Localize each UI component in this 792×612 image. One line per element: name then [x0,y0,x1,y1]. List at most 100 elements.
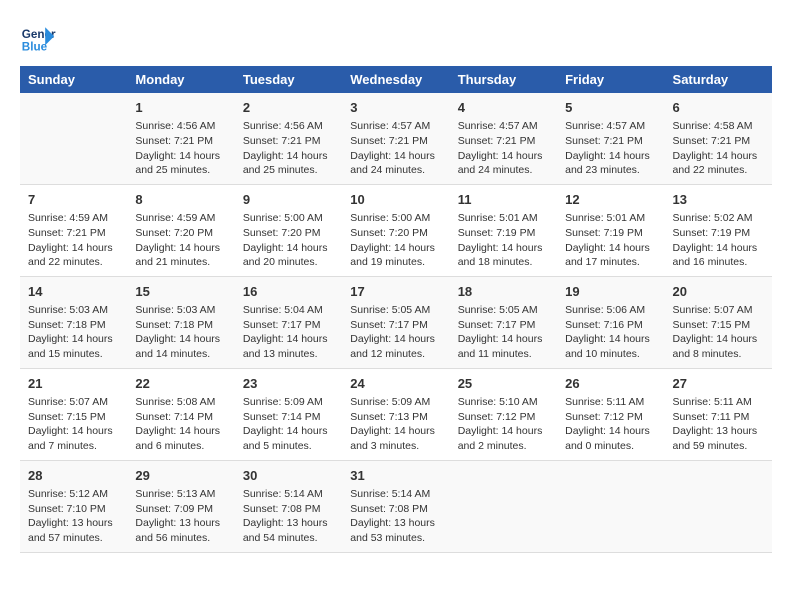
cell-content: Sunrise: 5:13 AM Sunset: 7:09 PM Dayligh… [135,487,226,546]
cell-content: Sunrise: 5:00 AM Sunset: 7:20 PM Dayligh… [243,211,334,270]
day-number: 8 [135,191,226,209]
cell-content: Sunrise: 4:57 AM Sunset: 7:21 PM Dayligh… [350,119,441,178]
cell-content: Sunrise: 5:12 AM Sunset: 7:10 PM Dayligh… [28,487,119,546]
calendar-cell: 28 Sunrise: 5:12 AM Sunset: 7:10 PM Dayli… [20,460,127,552]
calendar-cell: 8 Sunrise: 4:59 AM Sunset: 7:20 PM Daylig… [127,184,234,276]
day-number: 14 [28,283,119,301]
day-number: 6 [673,99,764,117]
cell-content: Sunrise: 5:05 AM Sunset: 7:17 PM Dayligh… [458,303,549,362]
calendar-cell: 1 Sunrise: 4:56 AM Sunset: 7:21 PM Daylig… [127,93,234,184]
cell-content: Sunrise: 4:57 AM Sunset: 7:21 PM Dayligh… [565,119,656,178]
day-number: 23 [243,375,334,393]
logo: General Blue [20,20,60,56]
calendar-cell: 29 Sunrise: 5:13 AM Sunset: 7:09 PM Dayli… [127,460,234,552]
cell-content: Sunrise: 5:14 AM Sunset: 7:08 PM Dayligh… [243,487,334,546]
header-day-sunday: Sunday [20,66,127,93]
calendar-cell: 26 Sunrise: 5:11 AM Sunset: 7:12 PM Dayli… [557,368,664,460]
day-number: 21 [28,375,119,393]
day-number: 20 [673,283,764,301]
day-number: 10 [350,191,441,209]
calendar-cell: 30Sunrise: 5:14 AM Sunset: 7:08 PM Dayli… [235,460,342,552]
day-number: 2 [243,99,334,117]
cell-content: Sunrise: 5:11 AM Sunset: 7:11 PM Dayligh… [673,395,764,454]
calendar-cell: 22 Sunrise: 5:08 AM Sunset: 7:14 PM Dayli… [127,368,234,460]
week-row-1: 7 Sunrise: 4:59 AM Sunset: 7:21 PM Daylig… [20,184,772,276]
cell-content: Sunrise: 5:05 AM Sunset: 7:17 PM Dayligh… [350,303,441,362]
calendar-cell [665,460,772,552]
page-header: General Blue [20,20,772,56]
calendar-table: SundayMondayTuesdayWednesdayThursdayFrid… [20,66,772,553]
header-day-friday: Friday [557,66,664,93]
calendar-cell [20,93,127,184]
calendar-cell: 21 Sunrise: 5:07 AM Sunset: 7:15 PM Dayli… [20,368,127,460]
calendar-cell: 2 Sunrise: 4:56 AM Sunset: 7:21 PM Daylig… [235,93,342,184]
day-number: 7 [28,191,119,209]
calendar-cell: 18 Sunrise: 5:05 AM Sunset: 7:17 PM Dayli… [450,276,557,368]
logo-icon: General Blue [20,20,56,56]
cell-content: Sunrise: 4:59 AM Sunset: 7:21 PM Dayligh… [28,211,119,270]
cell-content: Sunrise: 4:56 AM Sunset: 7:21 PM Dayligh… [243,119,334,178]
calendar-cell: 19 Sunrise: 5:06 AM Sunset: 7:16 PM Dayli… [557,276,664,368]
day-number: 1 [135,99,226,117]
header-day-wednesday: Wednesday [342,66,449,93]
cell-content: Sunrise: 4:59 AM Sunset: 7:20 PM Dayligh… [135,211,226,270]
day-number: 19 [565,283,656,301]
cell-content: Sunrise: 4:58 AM Sunset: 7:21 PM Dayligh… [673,119,764,178]
header-day-thursday: Thursday [450,66,557,93]
calendar-cell: 5 Sunrise: 4:57 AM Sunset: 7:21 PM Daylig… [557,93,664,184]
calendar-cell: 20 Sunrise: 5:07 AM Sunset: 7:15 PM Dayli… [665,276,772,368]
day-number: 13 [673,191,764,209]
day-number: 17 [350,283,441,301]
cell-content: Sunrise: 5:07 AM Sunset: 7:15 PM Dayligh… [28,395,119,454]
cell-content: Sunrise: 5:08 AM Sunset: 7:14 PM Dayligh… [135,395,226,454]
header-row: SundayMondayTuesdayWednesdayThursdayFrid… [20,66,772,93]
cell-content: Sunrise: 5:07 AM Sunset: 7:15 PM Dayligh… [673,303,764,362]
calendar-cell: 31Sunrise: 5:14 AM Sunset: 7:08 PM Dayli… [342,460,449,552]
cell-content: Sunrise: 5:14 AM Sunset: 7:08 PM Dayligh… [350,487,441,546]
calendar-cell: 9 Sunrise: 5:00 AM Sunset: 7:20 PM Daylig… [235,184,342,276]
day-number: 16 [243,283,334,301]
day-number: 5 [565,99,656,117]
cell-content: Sunrise: 5:03 AM Sunset: 7:18 PM Dayligh… [28,303,119,362]
cell-content: Sunrise: 5:11 AM Sunset: 7:12 PM Dayligh… [565,395,656,454]
cell-content: Sunrise: 5:06 AM Sunset: 7:16 PM Dayligh… [565,303,656,362]
calendar-cell: 7 Sunrise: 4:59 AM Sunset: 7:21 PM Daylig… [20,184,127,276]
header-day-tuesday: Tuesday [235,66,342,93]
header-day-saturday: Saturday [665,66,772,93]
svg-text:Blue: Blue [22,41,48,54]
day-number: 12 [565,191,656,209]
day-number: 25 [458,375,549,393]
calendar-cell: 3Sunrise: 4:57 AM Sunset: 7:21 PM Daylig… [342,93,449,184]
day-number: 22 [135,375,226,393]
cell-content: Sunrise: 5:09 AM Sunset: 7:14 PM Dayligh… [243,395,334,454]
day-number: 29 [135,467,226,485]
week-row-3: 21 Sunrise: 5:07 AM Sunset: 7:15 PM Dayli… [20,368,772,460]
calendar-cell: 10 Sunrise: 5:00 AM Sunset: 7:20 PM Dayli… [342,184,449,276]
week-row-4: 28 Sunrise: 5:12 AM Sunset: 7:10 PM Dayli… [20,460,772,552]
calendar-cell: 13 Sunrise: 5:02 AM Sunset: 7:19 PM Dayli… [665,184,772,276]
day-number: 28 [28,467,119,485]
cell-content: Sunrise: 5:00 AM Sunset: 7:20 PM Dayligh… [350,211,441,270]
day-number: 26 [565,375,656,393]
cell-content: Sunrise: 5:01 AM Sunset: 7:19 PM Dayligh… [565,211,656,270]
cell-content: Sunrise: 5:10 AM Sunset: 7:12 PM Dayligh… [458,395,549,454]
day-number: 11 [458,191,549,209]
day-number: 27 [673,375,764,393]
calendar-cell: 15Sunrise: 5:03 AM Sunset: 7:18 PM Dayli… [127,276,234,368]
calendar-cell: 12 Sunrise: 5:01 AM Sunset: 7:19 PM Dayli… [557,184,664,276]
week-row-0: 1 Sunrise: 4:56 AM Sunset: 7:21 PM Daylig… [20,93,772,184]
day-number: 9 [243,191,334,209]
cell-content: Sunrise: 5:02 AM Sunset: 7:19 PM Dayligh… [673,211,764,270]
day-number: 24 [350,375,441,393]
calendar-cell: 16Sunrise: 5:04 AM Sunset: 7:17 PM Dayli… [235,276,342,368]
cell-content: Sunrise: 4:56 AM Sunset: 7:21 PM Dayligh… [135,119,226,178]
calendar-cell: 14 Sunrise: 5:03 AM Sunset: 7:18 PM Dayli… [20,276,127,368]
calendar-cell: 27 Sunrise: 5:11 AM Sunset: 7:11 PM Dayli… [665,368,772,460]
calendar-cell: 24Sunrise: 5:09 AM Sunset: 7:13 PM Dayli… [342,368,449,460]
day-number: 15 [135,283,226,301]
calendar-cell [450,460,557,552]
day-number: 18 [458,283,549,301]
calendar-cell: 17 Sunrise: 5:05 AM Sunset: 7:17 PM Dayli… [342,276,449,368]
calendar-cell [557,460,664,552]
calendar-cell: 23 Sunrise: 5:09 AM Sunset: 7:14 PM Dayli… [235,368,342,460]
